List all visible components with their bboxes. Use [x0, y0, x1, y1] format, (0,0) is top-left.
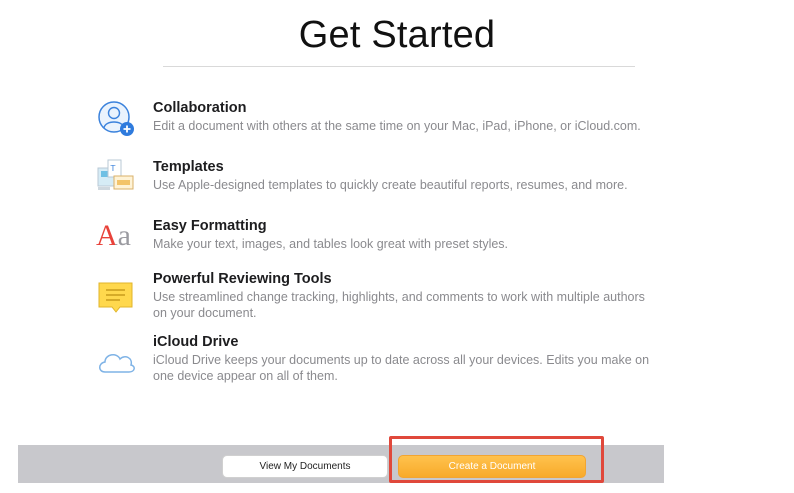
feature-heading: Easy Formatting: [153, 218, 267, 234]
feature-heading: iCloud Drive: [153, 334, 239, 350]
svg-text:T: T: [110, 164, 116, 173]
feature-heading: Collaboration: [153, 100, 247, 116]
highlight-annotation: [389, 436, 604, 483]
feature-description: Edit a document with others at the same …: [153, 119, 641, 133]
formatting-glyph: Aa: [96, 219, 131, 252]
collaboration-icon: [96, 100, 136, 140]
easy-formatting-icon: Aa: [96, 218, 136, 258]
page-title: Get Started: [298, 14, 496, 56]
feature-heading: Powerful Reviewing Tools: [153, 271, 332, 287]
get-started-window: Get Started Collaboration Edit a documen…: [0, 0, 794, 493]
feature-description: Use streamlined change tracking, highlig…: [153, 290, 645, 320]
feature-description: iCloud Drive keeps your documents up to …: [153, 353, 650, 383]
feature-description: Use Apple-designed templates to quickly …: [153, 178, 628, 192]
reviewing-tools-icon: [96, 279, 136, 319]
icloud-drive-icon: [96, 342, 136, 382]
title-divider: [163, 66, 635, 67]
feature-description: Make your text, images, and tables look …: [153, 237, 509, 251]
view-my-documents-button[interactable]: View My Documents: [222, 455, 388, 478]
feature-heading: Templates: [153, 159, 224, 175]
templates-icon: T: [96, 159, 136, 199]
